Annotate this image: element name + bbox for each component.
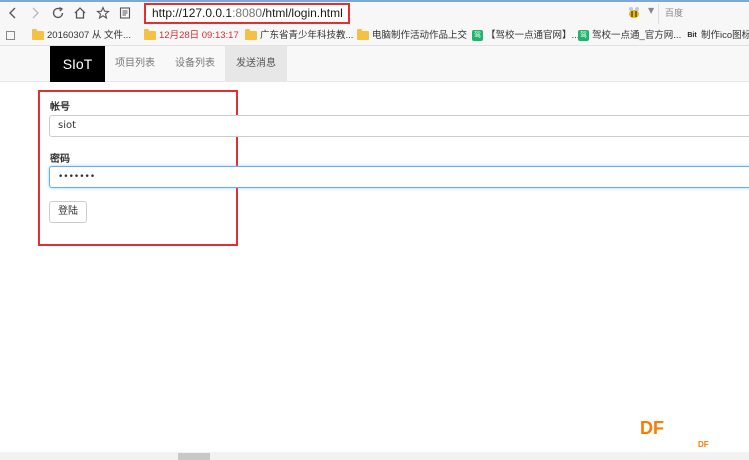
site-icon: 驾 <box>472 30 483 41</box>
bookmark-label: 电脑制作活动作品上交 <box>372 30 468 41</box>
folder-icon <box>32 29 44 40</box>
bookmark-item[interactable]: 广东省青少年科技教... <box>245 28 353 43</box>
bee-extension-icon[interactable] <box>626 5 642 21</box>
scrollbar-thumb[interactable] <box>178 453 210 460</box>
folder-icon <box>357 29 369 40</box>
url-host: http://127.0.0.1 <box>152 6 233 20</box>
app-navbar: SIoT 项目列表 设备列表 发送消息 <box>0 46 749 82</box>
bookmark-label: 驾校一点通_官方网... <box>592 30 682 41</box>
browser-toolbar: http://127.0.0.1:8080/html/login.html ▼ … <box>0 0 749 26</box>
password-input[interactable]: ••••••• <box>49 166 749 188</box>
bit-icon: Bit <box>687 32 697 39</box>
watermark-logo-small: DF <box>698 440 709 449</box>
login-button[interactable]: 登陆 <box>49 201 87 223</box>
folder-icon <box>245 29 257 40</box>
bookmark-label: 【驾校一点通官网】... <box>486 30 580 41</box>
back-icon[interactable] <box>4 4 22 22</box>
star-icon[interactable] <box>94 4 112 22</box>
bookmark-label: 制作ico图标 <box>701 30 749 41</box>
bookmark-item[interactable]: 驾 【驾校一点通官网】... <box>472 28 579 43</box>
address-bar[interactable]: http://127.0.0.1:8080/html/login.html <box>144 3 350 24</box>
bookmark-item[interactable]: Bit 制作ico图标 <box>686 28 749 43</box>
account-input[interactable]: siot <box>49 115 749 137</box>
home-icon[interactable] <box>71 4 89 22</box>
nav-project-list[interactable]: 项目列表 <box>105 46 165 82</box>
reload-icon[interactable] <box>49 4 67 22</box>
nav-device-list[interactable]: 设备列表 <box>165 46 225 82</box>
folder-icon <box>144 29 156 40</box>
horizontal-scrollbar[interactable] <box>0 452 749 460</box>
watermark-logo: DF <box>640 418 664 438</box>
bookmark-item[interactable]: 电脑制作活动作品上交 <box>357 28 467 43</box>
bookmark-label: 广东省青少年科技教... <box>260 30 354 41</box>
chevron-down-icon[interactable]: ▼ <box>648 6 654 15</box>
url-path: /html/login.html <box>262 6 343 20</box>
bookmark-item[interactable]: 驾 驾校一点通_官方网... <box>578 28 681 43</box>
nav-send-message[interactable]: 发送消息 <box>225 46 287 82</box>
bookmark-item[interactable]: 20160307 从 文件... <box>32 28 131 43</box>
bookmark-label: 20160307 从 文件... <box>47 30 131 41</box>
page-content: SIoT 项目列表 设备列表 发送消息 帐号 siot 密码 ••••••• 登… <box>0 46 749 460</box>
reader-icon[interactable] <box>116 4 134 22</box>
password-label: 密码 <box>50 154 70 165</box>
bookmark-label: 12月28日 09:13:17 <box>159 30 239 41</box>
forward-icon[interactable] <box>26 4 44 22</box>
bookmarks-bar: 20160307 从 文件... 12月28日 09:13:17 广东省青少年科… <box>0 26 749 46</box>
bookmark-item[interactable]: 12月28日 09:13:17 <box>144 28 239 43</box>
account-label: 帐号 <box>50 102 70 113</box>
brand-logo[interactable]: SIoT <box>50 46 105 82</box>
bookmarks-menu-icon[interactable] <box>6 31 15 40</box>
url-port: :8080 <box>232 6 263 20</box>
search-engine[interactable]: 百度 <box>658 4 683 24</box>
site-icon: 驾 <box>578 30 589 41</box>
